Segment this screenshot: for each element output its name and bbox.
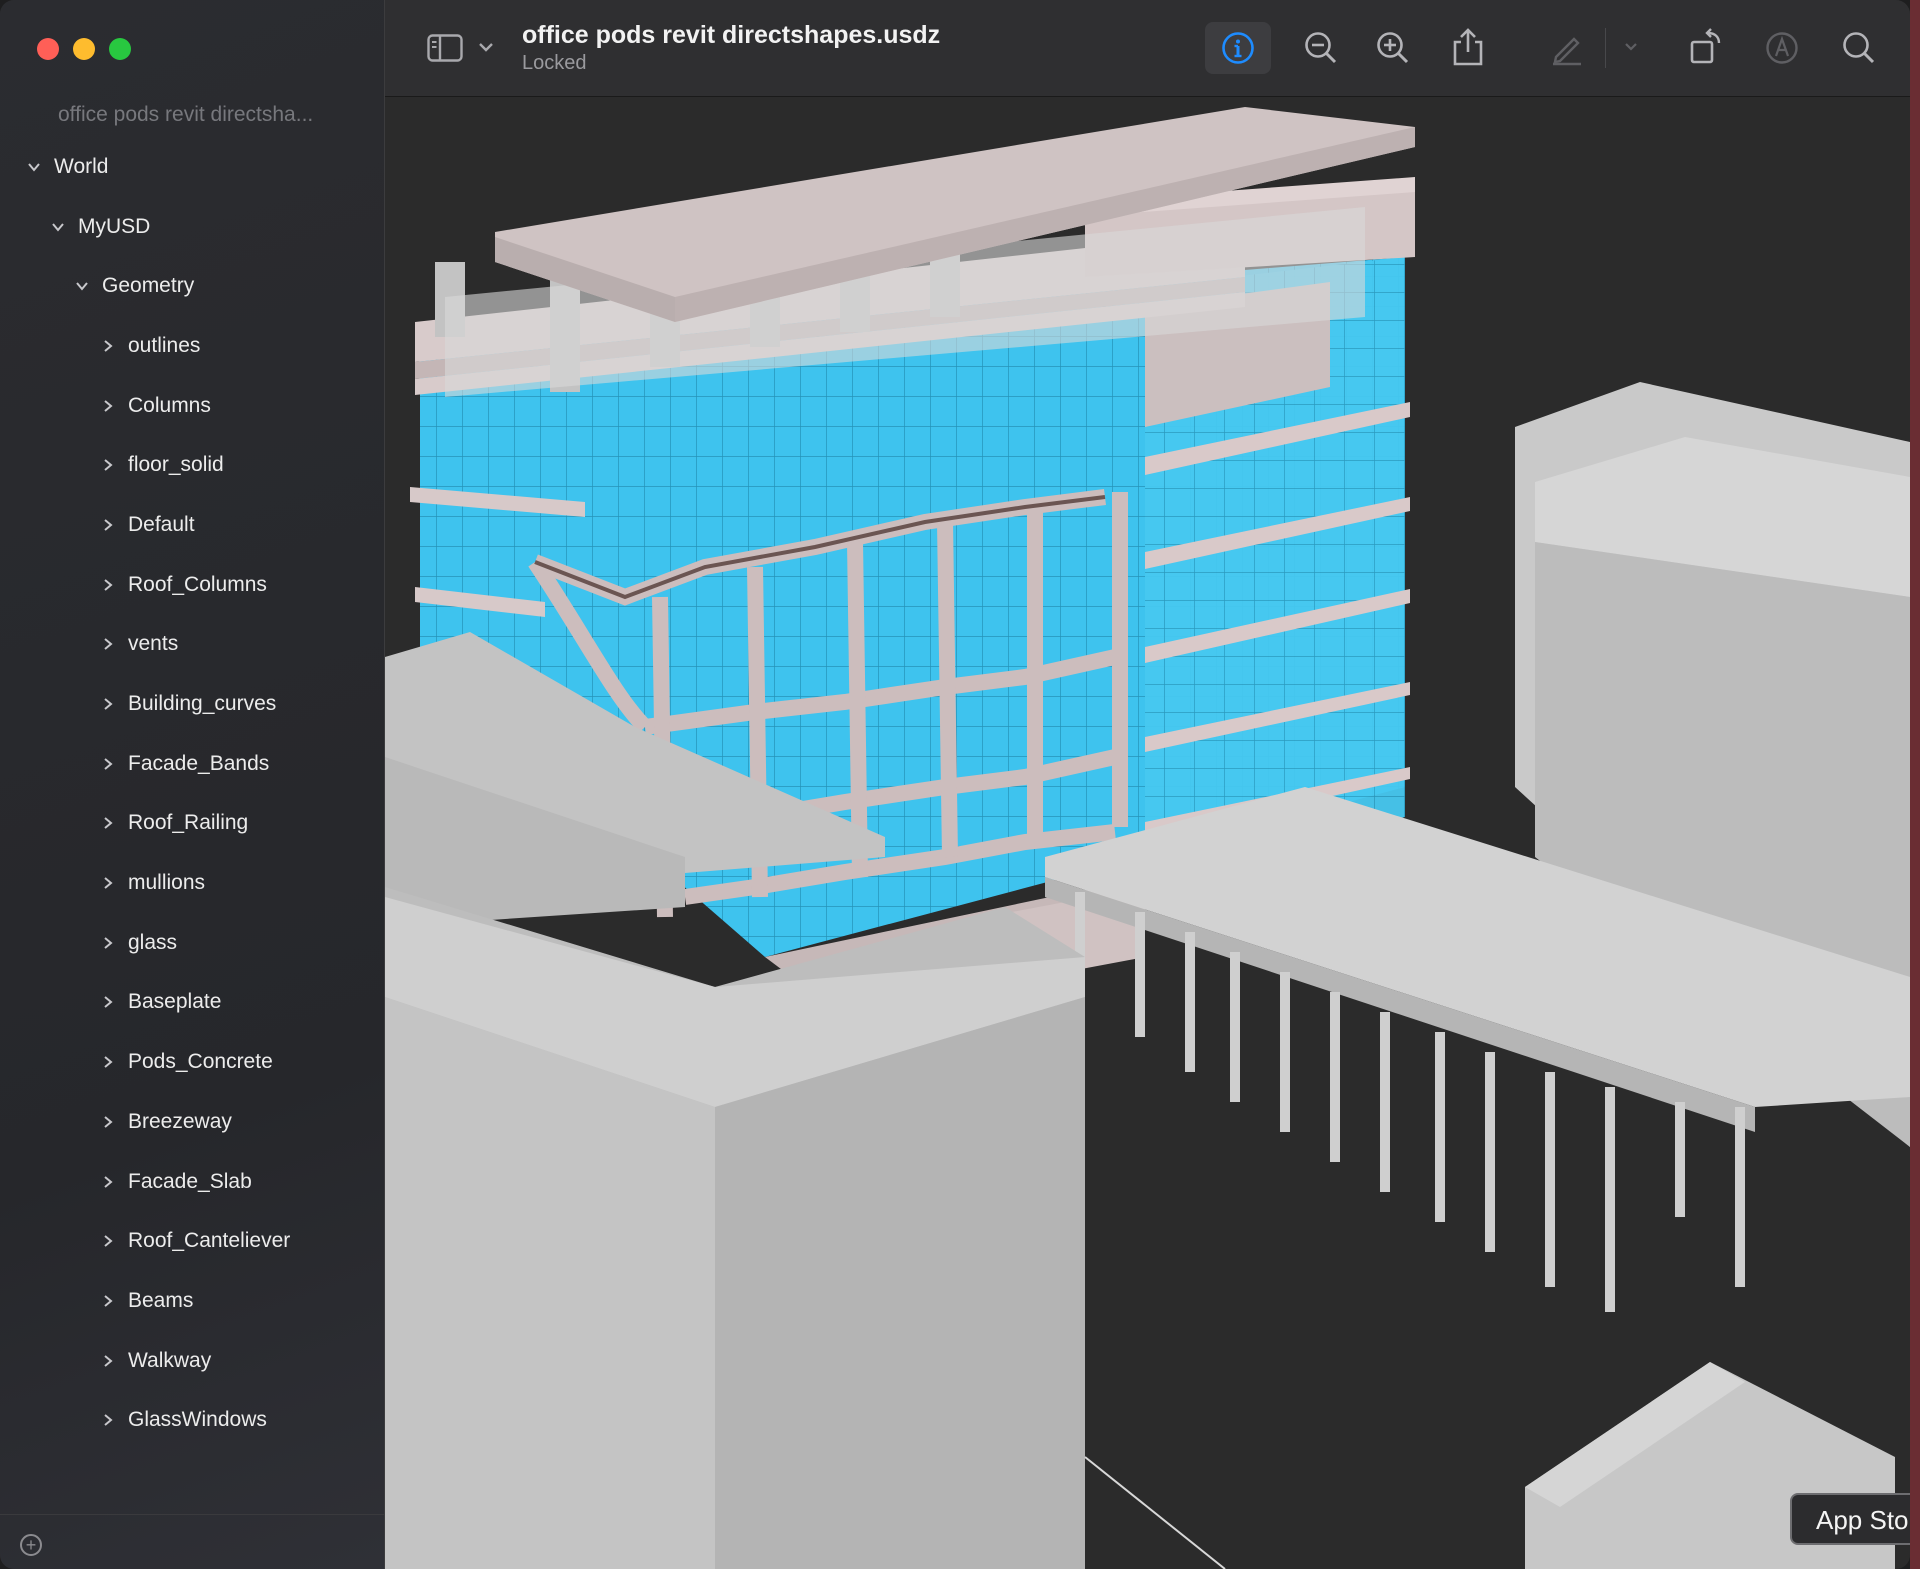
- chevron-right-icon[interactable]: [100, 815, 116, 831]
- chevron-right-icon[interactable]: [100, 398, 116, 414]
- tree-item-label: Roof_Columns: [128, 572, 267, 596]
- tree-item-roof-railing[interactable]: Roof_Railing: [0, 794, 384, 854]
- chevron-down-icon[interactable]: [26, 159, 42, 175]
- tree-item-label: Walkway: [128, 1348, 212, 1372]
- close-window-button[interactable]: [37, 38, 59, 60]
- share-icon[interactable]: [1452, 27, 1484, 67]
- chevron-right-icon[interactable]: [100, 1353, 116, 1369]
- chevron-right-icon[interactable]: [100, 577, 116, 593]
- tree-item-default[interactable]: Default: [0, 495, 384, 555]
- chevron-right-icon[interactable]: [100, 1054, 116, 1070]
- app-store-tooltip: App Stor: [1790, 1493, 1910, 1545]
- tree-item-label: Breezeway: [128, 1109, 232, 1133]
- background-desktop-edge: [1910, 0, 1920, 1569]
- tree-item-building-curves[interactable]: Building_curves: [0, 674, 384, 734]
- tree-item-label: outlines: [128, 333, 201, 357]
- tree-item-roof-canteliever[interactable]: Roof_Canteliever: [0, 1211, 384, 1271]
- scene-tree: World MyUSD Geometry outlines Columns floor_s…: [0, 137, 384, 1450]
- sidebar: office pods revit directsha... World MyUS…: [0, 0, 385, 1569]
- tree-item-geometry[interactable]: Geometry: [0, 256, 384, 316]
- chevron-down-icon[interactable]: [50, 219, 66, 235]
- chevron-right-icon[interactable]: [100, 1293, 116, 1309]
- chevron-down-icon[interactable]: [1623, 40, 1639, 52]
- document-status: Locked: [522, 52, 587, 74]
- chevron-right-icon[interactable]: [100, 756, 116, 772]
- chevron-right-icon[interactable]: [100, 696, 116, 712]
- building-model-render: [385, 107, 1910, 1569]
- tree-item-label: vents: [128, 632, 179, 656]
- chevron-right-icon[interactable]: [100, 517, 116, 533]
- zoom-in-icon[interactable]: [1375, 30, 1411, 66]
- tree-item-facade-slab[interactable]: Facade_Slab: [0, 1152, 384, 1212]
- tree-item-label: floor_solid: [128, 453, 224, 477]
- tree-item-roof-columns[interactable]: Roof_Columns: [0, 555, 384, 615]
- chevron-right-icon[interactable]: [100, 1412, 116, 1428]
- tree-item-label: MyUSD: [78, 214, 151, 238]
- tree-item-baseplate[interactable]: Baseplate: [0, 973, 384, 1033]
- tree-item-label: Roof_Canteliever: [128, 1229, 291, 1253]
- tree-item-world[interactable]: World: [0, 137, 384, 197]
- chevron-right-icon[interactable]: [100, 875, 116, 891]
- tree-item-pods-concrete[interactable]: Pods_Concrete: [0, 1032, 384, 1092]
- chevron-right-icon[interactable]: [100, 1114, 116, 1130]
- zoom-out-icon[interactable]: [1303, 30, 1339, 66]
- sidebar-footer: +: [0, 1514, 384, 1569]
- chevron-right-icon[interactable]: [100, 935, 116, 951]
- tree-item-label: Beams: [128, 1288, 194, 1312]
- chevron-down-icon[interactable]: [74, 278, 90, 294]
- tree-item-mullions[interactable]: mullions: [0, 853, 384, 913]
- tree-item-label: Facade_Slab: [128, 1169, 252, 1193]
- tree-item-label: Columns: [128, 393, 211, 417]
- tree-item-beams[interactable]: Beams: [0, 1271, 384, 1331]
- 3d-model-viewport[interactable]: [385, 97, 1910, 1569]
- tree-item-label: World: [54, 154, 109, 178]
- sidebar-toggle-icon[interactable]: [425, 32, 465, 64]
- tree-item-label: Building_curves: [128, 692, 277, 716]
- window-controls: [37, 38, 131, 60]
- tree-item-label: Geometry: [102, 274, 195, 298]
- tree-item-vents[interactable]: vents: [0, 615, 384, 675]
- tree-item-label: Default: [128, 512, 195, 536]
- chevron-down-icon[interactable]: [477, 38, 495, 56]
- annotate-icon[interactable]: [1764, 30, 1800, 66]
- tree-item-facade-bands[interactable]: Facade_Bands: [0, 734, 384, 794]
- document-title: office pods revit directshapes.usdz: [522, 21, 941, 49]
- tree-item-floor-solid[interactable]: floor_solid: [0, 435, 384, 495]
- sidebar-document-title: office pods revit directsha...: [58, 103, 314, 126]
- zoom-window-button[interactable]: [109, 38, 131, 60]
- tree-item-label: Pods_Concrete: [128, 1050, 273, 1074]
- tree-item-label: Roof_Railing: [128, 811, 249, 835]
- tree-item-glass[interactable]: glass: [0, 913, 384, 973]
- tree-item-columns[interactable]: Columns: [0, 376, 384, 436]
- minimize-window-button[interactable]: [73, 38, 95, 60]
- info-icon[interactable]: [1221, 31, 1255, 65]
- tree-item-myusd[interactable]: MyUSD: [0, 197, 384, 257]
- tree-item-label: mullions: [128, 871, 206, 895]
- rotate-icon[interactable]: [1688, 28, 1724, 66]
- search-icon[interactable]: [1841, 30, 1877, 66]
- toolbar: office pods revit directshapes.usdz Lock…: [385, 0, 1910, 97]
- tree-item-glasswindows[interactable]: GlassWindows: [0, 1390, 384, 1450]
- chevron-right-icon[interactable]: [100, 994, 116, 1010]
- tree-item-label: Baseplate: [128, 990, 222, 1014]
- tree-item-label: GlassWindows: [128, 1408, 267, 1432]
- chevron-right-icon[interactable]: [100, 338, 116, 354]
- tree-item-outlines[interactable]: outlines: [0, 316, 384, 376]
- plus-circle-icon[interactable]: +: [20, 1534, 42, 1556]
- chevron-right-icon[interactable]: [100, 636, 116, 652]
- preview-window: office pods revit directsha... World MyUS…: [0, 0, 1910, 1569]
- tree-item-label: Facade_Bands: [128, 751, 270, 775]
- tree-item-label: glass: [128, 930, 178, 954]
- toolbar-divider: [1605, 28, 1606, 68]
- chevron-right-icon[interactable]: [100, 457, 116, 473]
- tree-item-breezeway[interactable]: Breezeway: [0, 1092, 384, 1152]
- chevron-right-icon[interactable]: [100, 1233, 116, 1249]
- markup-pen-icon[interactable]: [1549, 30, 1585, 66]
- tree-item-walkway[interactable]: Walkway: [0, 1331, 384, 1391]
- chevron-right-icon[interactable]: [100, 1174, 116, 1190]
